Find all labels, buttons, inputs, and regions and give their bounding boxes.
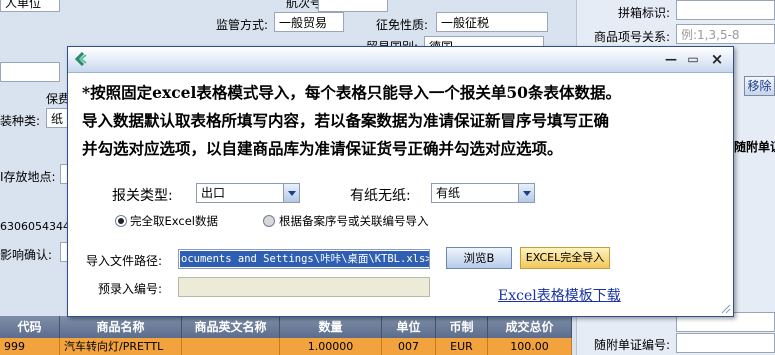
table-row[interactable]: 999 汽车转向灯/PRETTL 1.00000 007 EUR 100.00 [0, 338, 572, 355]
cell-name: 汽车转向灯/PRETTL [60, 338, 182, 355]
item-relation-field[interactable]: 例:1,3,5-8 [676, 24, 775, 44]
item-relation-label: 商品项号关系: [594, 30, 671, 44]
notice-line-3: 并勾选对应选项，以自建商品库为准请保证货号正确并勾选对应选项。 [82, 139, 563, 158]
pre-entry-label: 预录入编号: [98, 282, 163, 296]
left-field-1[interactable] [0, 62, 60, 82]
paper-select[interactable]: 有纸 [431, 183, 535, 203]
levy-label: 征免性质: [376, 18, 429, 32]
restore-button[interactable]: ▭ [684, 51, 702, 67]
remove-button[interactable]: 移除 [744, 76, 775, 96]
attach-doc-no-field[interactable] [676, 333, 775, 353]
grid-col-currency[interactable]: 币制 [436, 316, 488, 338]
close-button[interactable]: × [708, 51, 726, 67]
file-path-value: ocuments and Settings\咔咔\桌面\KTBL.xls> [180, 251, 429, 267]
notice-line-1: *按照固定excel表格模式导入，每个表格只能导入一个报关单50条表体数据。 [82, 83, 621, 102]
grid-col-name[interactable]: 商品名称 [60, 316, 182, 338]
file-path-input[interactable]: ocuments and Settings\咔咔\桌面\KTBL.xls> [178, 249, 430, 269]
cell-qty: 1.00000 [280, 338, 382, 355]
voyage-field[interactable] [318, 0, 388, 12]
paper-value: 有纸 [436, 186, 461, 200]
cell-unit: 007 [382, 338, 436, 355]
radio-excel-label[interactable]: 完全取Excel数据 [130, 213, 218, 229]
impact-label: 影响确认: [0, 248, 53, 262]
declare-type-label: 报关类型: [112, 188, 173, 204]
supervision-label: 监管方式: [216, 18, 269, 32]
minimize-button[interactable]: — [662, 51, 680, 67]
cell-code: 999 [0, 338, 60, 355]
grid-col-code[interactable]: 代码 [0, 316, 60, 338]
pack-type-label: 装种类: [0, 114, 41, 128]
chevron-down-icon[interactable] [518, 184, 534, 202]
template-download-link[interactable]: Excel表格模板下载 [498, 285, 621, 305]
goods-grid: 代码 商品名称 商品英文名称 数量 单位 币制 成交总价 999 汽车转向灯/P… [0, 316, 572, 355]
storage-label: I存放地点: [0, 170, 56, 184]
radio-excel[interactable] [115, 215, 127, 227]
case-mark-field[interactable] [676, 0, 775, 20]
cell-en-name [182, 338, 280, 355]
browse-button[interactable]: 浏览B [446, 247, 512, 269]
attach-doc-no-label: 随附单证编号: [594, 338, 671, 352]
pre-entry-field[interactable] [178, 277, 430, 297]
number-value: 6306054344 [0, 220, 70, 233]
voyage-label: 航次号 [286, 0, 323, 10]
path-label: 导入文件路径: [86, 254, 163, 268]
levy-field[interactable]: 一般征税 [436, 12, 548, 32]
excel-import-button[interactable]: EXCEL完全导入 [520, 247, 610, 269]
paper-label: 有纸无纸: [350, 188, 411, 204]
dialog-body: *按照固定excel表格模式导入，每个表格只能导入一个报关单50条表体数据。 导… [68, 73, 733, 316]
cell-total: 100.00 [488, 338, 572, 355]
app-logo-icon [74, 52, 87, 66]
pack-type-field[interactable]: 纸 [46, 108, 68, 128]
grid-col-total[interactable]: 成交总价 [488, 316, 572, 338]
grid-col-qty[interactable]: 数量 [280, 316, 382, 338]
notice-line-2: 导入数据默认取表格所填写内容，若以备案数据为准请保证新冒序号填写正确 [82, 111, 610, 130]
dialog-titlebar[interactable]: — ▭ × [68, 47, 733, 73]
grid-col-en-name[interactable]: 商品英文名称 [182, 316, 280, 338]
excel-import-dialog: — ▭ × *按照固定excel表格模式导入，每个表格只能导入一个报关单50条表… [67, 46, 734, 317]
case-mark-label: 拼箱标识: [618, 6, 671, 20]
top-partial-field[interactable]: 人单位 [0, 0, 60, 12]
cell-currency: EUR [436, 338, 488, 355]
declare-type-value: 出口 [201, 186, 226, 200]
radio-record-label[interactable]: 根据备案序号或关联编号导入 [279, 213, 429, 229]
declare-type-select[interactable]: 出口 [196, 183, 300, 203]
supervision-field[interactable]: 一般贸易 [274, 12, 344, 32]
radio-record[interactable] [263, 215, 275, 227]
resize-grip-icon[interactable] [721, 304, 731, 314]
grid-header: 代码 商品名称 商品英文名称 数量 单位 币制 成交总价 [0, 316, 572, 338]
attach-doc-column: 随附单证 [734, 140, 775, 154]
chevron-down-icon[interactable] [283, 184, 299, 202]
grid-col-unit[interactable]: 单位 [382, 316, 436, 338]
